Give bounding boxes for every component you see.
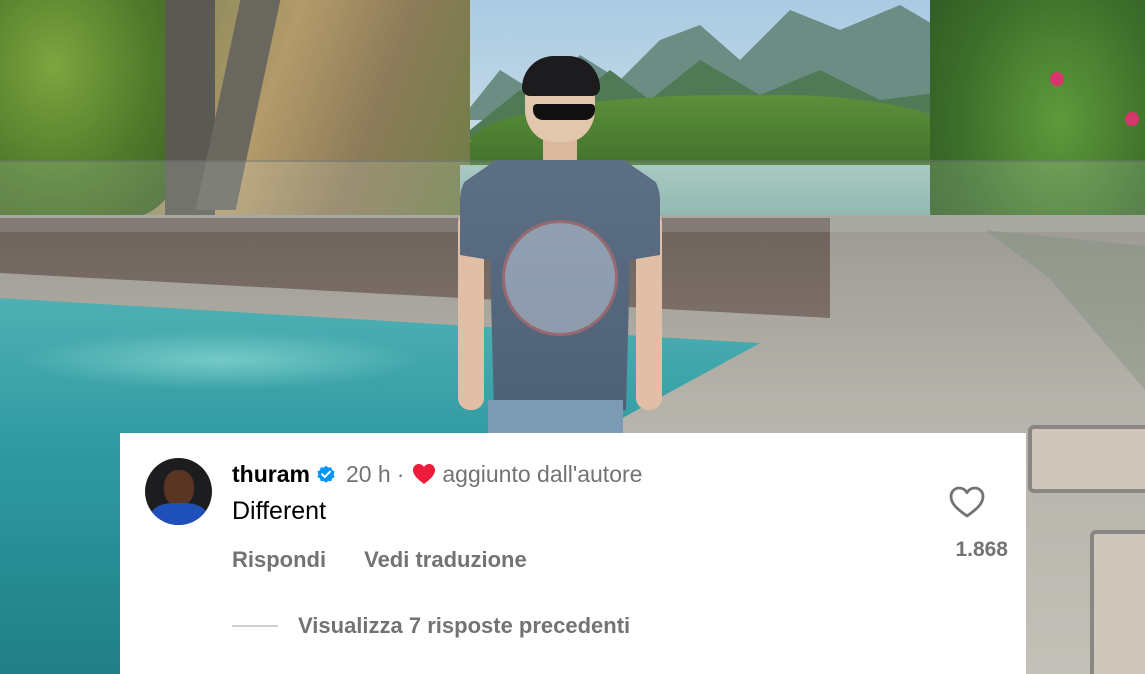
photo-person (440, 56, 680, 445)
added-by-author-label: aggiunto dall'autore (442, 460, 643, 487)
photo-person-hair (522, 56, 600, 96)
view-replies-label[interactable]: Visualizza 7 risposte precedenti (298, 613, 630, 639)
photo-lounger (1090, 530, 1145, 674)
comment-time: 20 h (345, 460, 391, 487)
like-count: 1.868 (955, 538, 1008, 561)
separator-dot: · (396, 460, 405, 487)
avatar[interactable] (145, 458, 212, 525)
post-photo: thuram 20 h · aggiunto dall'autore Diffe… (0, 0, 1145, 674)
photo-pool-reflection (20, 330, 420, 390)
comment-card: thuram 20 h · aggiunto dall'autore Diffe… (120, 433, 1026, 674)
comment-actions: Rispondi Vedi traduzione (232, 547, 527, 573)
see-translation-button[interactable]: Vedi traduzione (364, 547, 527, 573)
photo-lounger (1028, 425, 1145, 493)
avatar-face (164, 470, 194, 506)
verified-badge-icon (317, 465, 335, 483)
avatar-jersey (151, 503, 207, 525)
comment-text: Different (232, 497, 327, 525)
username[interactable]: thuram (232, 461, 310, 488)
photo-flower (1125, 112, 1139, 126)
view-replies-button[interactable]: Visualizza 7 risposte precedenti (232, 613, 630, 639)
heart-outline-icon[interactable] (948, 485, 986, 519)
sunglasses (533, 104, 595, 120)
photo-tshirt-print (502, 220, 618, 336)
heart-filled-icon (413, 464, 436, 484)
photo-flower (1050, 72, 1064, 86)
comment-header: thuram 20 h · aggiunto dall'autore (232, 459, 642, 489)
reply-button[interactable]: Rispondi (232, 547, 326, 573)
replies-divider-line (232, 625, 278, 627)
